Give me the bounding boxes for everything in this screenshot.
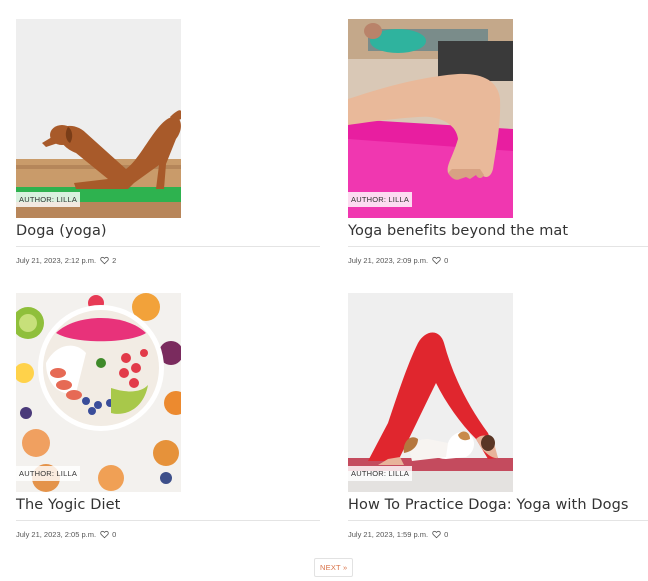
- post-date: July 21, 2023, 2:05 p.m.: [16, 530, 97, 539]
- post-meta: July 21, 2023, 2:05 p.m. 0: [16, 530, 320, 539]
- post-thumbnail[interactable]: AUTHOR: LILLA: [16, 19, 181, 218]
- divider: [348, 520, 648, 521]
- woman-and-dog-yoga-image: [348, 293, 513, 492]
- post-date: July 21, 2023, 2:09 p.m.: [348, 256, 429, 265]
- heart-icon[interactable]: [100, 530, 109, 539]
- foot-on-yoga-mat-image: [348, 19, 513, 218]
- post-meta: July 21, 2023, 2:09 p.m. 0: [348, 256, 648, 265]
- post-card: AUTHOR: LILLA Doga (yoga) July 21, 2023,…: [16, 19, 320, 265]
- post-date: July 21, 2023, 1:59 p.m.: [348, 530, 429, 539]
- heart-icon[interactable]: [432, 256, 441, 265]
- post-meta: July 21, 2023, 2:12 p.m. 2: [16, 256, 320, 265]
- divider: [16, 246, 320, 247]
- post-card: AUTHOR: LILLA How To Practice Doga: Yoga…: [348, 293, 648, 539]
- post-thumbnail[interactable]: AUTHOR: LILLA: [348, 19, 513, 218]
- post-card: AUTHOR: LILLA The Yogic Diet July 21, 20…: [16, 293, 320, 539]
- like-count: 2: [112, 256, 117, 265]
- author-label: AUTHOR: LILLA: [348, 466, 413, 481]
- heart-icon[interactable]: [100, 256, 109, 265]
- like-count: 0: [444, 530, 449, 539]
- dog-stretching-image: [16, 19, 181, 218]
- divider: [16, 520, 320, 521]
- post-title[interactable]: The Yogic Diet: [16, 495, 320, 517]
- post-meta: July 21, 2023, 1:59 p.m. 0: [348, 530, 648, 539]
- author-label: AUTHOR: LILLA: [16, 192, 81, 207]
- post-title[interactable]: How To Practice Doga: Yoga with Dogs: [348, 495, 648, 517]
- post-title[interactable]: Doga (yoga): [16, 221, 320, 243]
- post-thumbnail[interactable]: AUTHOR: LILLA: [348, 293, 513, 492]
- author-label: AUTHOR: LILLA: [16, 466, 81, 481]
- divider: [348, 246, 648, 247]
- page: { "posts": [ {"title": "Doga (yoga)", "a…: [0, 0, 648, 581]
- next-page-button[interactable]: NEXT »: [314, 558, 354, 577]
- smoothie-bowl-image: [16, 293, 181, 492]
- post-card: AUTHOR: LILLA Yoga benefits beyond the m…: [348, 19, 648, 265]
- post-date: July 21, 2023, 2:12 p.m.: [16, 256, 97, 265]
- heart-icon[interactable]: [432, 530, 441, 539]
- like-count: 0: [444, 256, 449, 265]
- post-title[interactable]: Yoga benefits beyond the mat: [348, 221, 648, 243]
- like-count: 0: [112, 530, 117, 539]
- post-thumbnail[interactable]: AUTHOR: LILLA: [16, 293, 181, 492]
- author-label: AUTHOR: LILLA: [348, 192, 413, 207]
